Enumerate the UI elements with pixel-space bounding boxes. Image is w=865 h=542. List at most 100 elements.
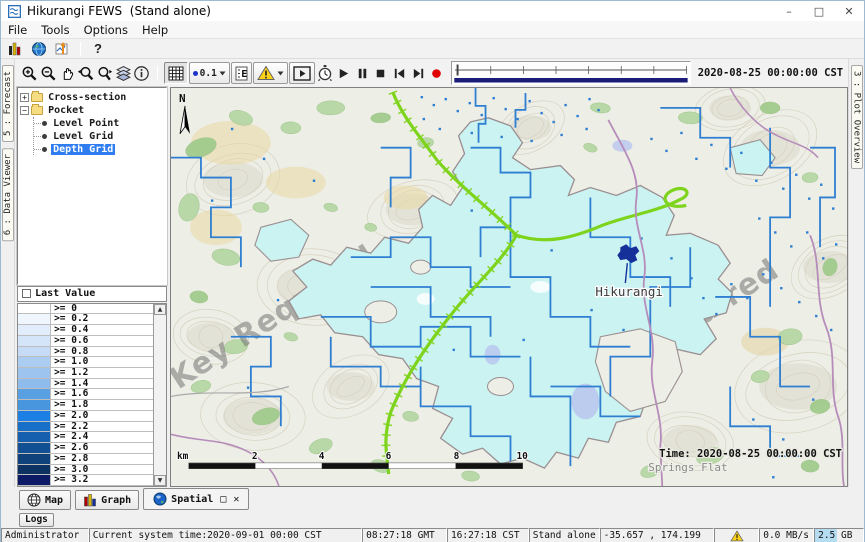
zoom-previous-button[interactable] [77, 62, 95, 84]
legend-row[interactable]: >= 3.0 [18, 465, 153, 476]
legend-row[interactable]: >= 0.6 [18, 336, 153, 347]
info-icon [133, 65, 150, 82]
status-user: Administrator [1, 528, 89, 542]
spatial-display-button[interactable] [27, 39, 51, 58]
bars-icon [7, 41, 23, 57]
tree-leaf-level-point[interactable]: Level Point [51, 118, 121, 129]
last-value-checkbox[interactable] [22, 289, 31, 298]
legend-row[interactable]: >= 2.4 [18, 432, 153, 443]
scroll-up-icon[interactable]: ▲ [154, 304, 166, 315]
stop-button[interactable] [372, 62, 390, 84]
play-button[interactable] [335, 62, 353, 84]
labels-button[interactable]: E [231, 62, 252, 84]
help-button[interactable]: ? [86, 39, 110, 58]
pause-button[interactable] [353, 62, 371, 84]
tree-node[interactable]: − Pocket [20, 104, 164, 116]
info-button[interactable] [133, 62, 151, 84]
zoom-next-button[interactable] [96, 62, 114, 84]
thresholds-dropdown[interactable] [253, 62, 288, 84]
menu-options[interactable]: Options [77, 23, 135, 37]
legend-row[interactable]: >= 0.2 [18, 314, 153, 325]
legend-row[interactable]: >= 1.4 [18, 379, 153, 390]
movie-player-button[interactable] [289, 62, 315, 84]
restore-pane-icon[interactable]: □ [220, 494, 226, 505]
tab-forecast[interactable]: 5 : Forecast [2, 65, 14, 142]
legend-row[interactable]: >= 1.2 [18, 368, 153, 379]
step-backward-button[interactable] [391, 62, 409, 84]
maximize-button[interactable]: □ [804, 1, 834, 21]
show-grid-button[interactable] [164, 62, 188, 84]
svg-text:2: 2 [252, 451, 258, 462]
menu-tools[interactable]: Tools [34, 23, 76, 37]
stopwatch-icon [316, 64, 334, 82]
legend-row[interactable]: >= 2.6 [18, 443, 153, 454]
collapse-icon[interactable]: − [20, 106, 29, 115]
tab-plot-overview[interactable]: 3 : Plot Overview [851, 65, 863, 169]
tab-graph[interactable]: Graph [75, 490, 139, 510]
explorer-button[interactable] [3, 39, 27, 58]
tab-graph-label: Graph [101, 495, 131, 506]
legend-row[interactable]: >= 2.2 [18, 422, 153, 433]
map-view[interactable]: API Key Required API Key Required [170, 87, 848, 487]
close-button[interactable]: ✕ [834, 1, 864, 21]
expand-icon[interactable]: + [20, 93, 29, 102]
status-system-time: Current system time:2020-09-01 00:00 CST [89, 528, 362, 542]
classification-dropdown[interactable]: 0.1 [189, 62, 230, 84]
step-forward-button[interactable] [409, 62, 427, 84]
status-warning[interactable] [714, 528, 759, 542]
map-canvas[interactable]: API Key Required API Key Required [171, 88, 847, 486]
tree-leaf-depth-grid[interactable]: Depth Grid [51, 144, 115, 155]
legend-row[interactable]: >= 2.0 [18, 411, 153, 422]
legend-label: >= 0.2 [51, 314, 88, 324]
legend-row[interactable]: >= 3.2 [18, 475, 153, 486]
tree-node-pocket[interactable]: Pocket [46, 105, 86, 116]
time-slider-thumb[interactable] [456, 65, 458, 76]
tree-leaf[interactable]: Depth Grid [34, 143, 164, 155]
legend-row[interactable]: >= 0.8 [18, 347, 153, 358]
menu-file[interactable]: File [1, 23, 34, 37]
legend-swatch [18, 475, 51, 485]
title-bar: Hikurangi FEWS (Stand alone) – □ ✕ [1, 1, 864, 21]
menu-help[interactable]: Help [135, 23, 175, 37]
time-slider[interactable] [451, 61, 691, 85]
last-value-row: Last Value [17, 286, 167, 302]
status-coordinates: -35.657 , 174.199 [600, 528, 715, 542]
zoom-in-button[interactable] [21, 62, 39, 84]
tree-node-cross-section[interactable]: Cross-section [46, 92, 128, 103]
zoom-out-button[interactable] [40, 62, 58, 84]
logs-button[interactable]: Logs [19, 513, 54, 527]
close-pane-icon[interactable]: ✕ [233, 494, 239, 505]
pan-button[interactable] [58, 62, 76, 84]
record-button[interactable] [428, 62, 446, 84]
map-time-label: Time: 2020-08-25 00:00:00 CST [659, 448, 842, 460]
timeseries-dialog-button[interactable] [51, 39, 75, 58]
tab-map[interactable]: Map [19, 490, 71, 510]
wire-globe-icon [27, 493, 41, 507]
legend-row[interactable]: >= 1.0 [18, 357, 153, 368]
folder-icon [31, 93, 43, 102]
legend-swatch [18, 347, 51, 357]
tree-node[interactable]: + Cross-section [20, 91, 164, 103]
time-slider-track[interactable] [452, 62, 690, 84]
zoom-next-icon [96, 65, 113, 82]
legend-row[interactable]: >= 1.8 [18, 400, 153, 411]
animation-timer-button[interactable] [316, 62, 334, 84]
scroll-down-icon[interactable]: ▼ [154, 475, 166, 486]
layers-button[interactable] [114, 62, 132, 84]
legend-swatch [18, 389, 51, 399]
tab-data-viewer[interactable]: 6 : Data Viewer [2, 148, 14, 241]
legend-row[interactable]: >= 1.6 [18, 389, 153, 400]
legend-scrollbar[interactable]: ▲ ▼ [153, 304, 166, 486]
legend-label: >= 0.6 [51, 336, 88, 346]
place-label: Springs Flat [648, 461, 727, 474]
legend-row[interactable]: >= 0.4 [18, 325, 153, 336]
tab-spatial[interactable]: Spatial □ ✕ [143, 488, 249, 510]
minimize-button[interactable]: – [774, 1, 804, 21]
legend-swatch [18, 400, 51, 410]
tree-leaf[interactable]: Level Point [34, 117, 164, 129]
legend-row[interactable]: >= 0 [18, 304, 153, 315]
legend-row[interactable]: >= 2.8 [18, 454, 153, 465]
tree-leaf-level-grid[interactable]: Level Grid [51, 131, 115, 142]
tree-leaf[interactable]: Level Grid [34, 130, 164, 142]
label-frame-icon: E [235, 66, 248, 81]
